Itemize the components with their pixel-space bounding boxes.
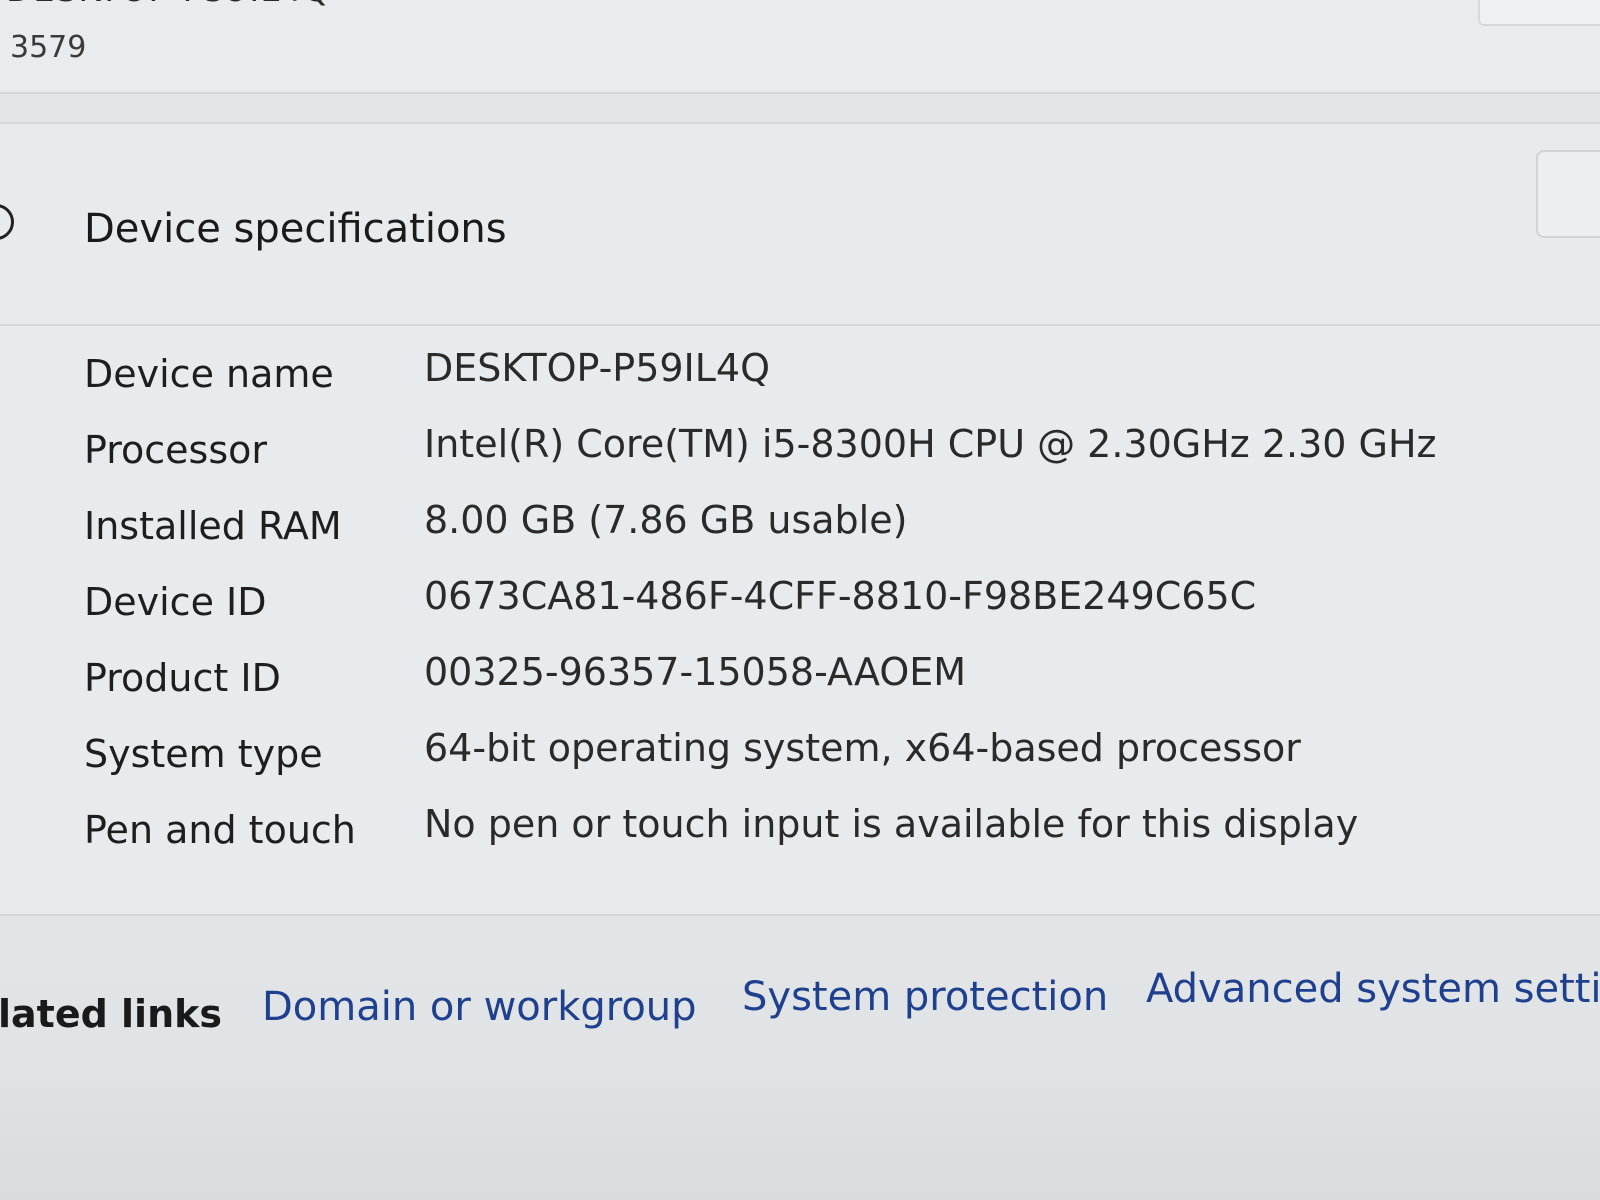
related-links-bar: lated links Domain or workgroup System p… — [0, 944, 1600, 1054]
spec-label: System type — [84, 732, 323, 776]
copy-button[interactable] — [1536, 150, 1600, 238]
bottom-area — [0, 1080, 1600, 1200]
specifications-table: Device name DESKTOP-P59IL4Q Processor In… — [84, 346, 1564, 884]
related-links-heading: lated links — [0, 992, 223, 1036]
device-specifications-card: Device specifications Device name DESKTO… — [0, 122, 1600, 916]
device-header-name: DESKTOP-P59IL4Q — [6, 0, 331, 10]
spec-label: Processor — [84, 428, 268, 472]
rename-button[interactable] — [1478, 0, 1600, 26]
spec-row-system-type: System type 64-bit operating system, x64… — [84, 726, 1564, 808]
spec-row-processor: Processor Intel(R) Core(TM) i5-8300H CPU… — [84, 422, 1564, 504]
domain-or-workgroup-link[interactable]: Domain or workgroup — [262, 984, 697, 1030]
system-protection-link[interactable]: System protection — [742, 974, 1108, 1020]
advanced-system-settings-link[interactable]: Advanced system setti — [1146, 966, 1600, 1012]
spec-value: 8.00 GB (7.86 GB usable) — [424, 498, 908, 542]
spec-row-pen-and-touch: Pen and touch No pen or touch input is a… — [84, 802, 1564, 884]
device-specifications-title: Device specifications — [84, 206, 507, 252]
info-icon — [0, 204, 14, 240]
settings-about-page: DESKTOP-P59IL4Q 3579 Device specificatio… — [0, 0, 1600, 1200]
spec-label: Pen and touch — [84, 808, 356, 852]
spec-label: Product ID — [84, 656, 281, 700]
device-header-model: 3579 — [10, 30, 87, 65]
spec-value: Intel(R) Core(TM) i5-8300H CPU @ 2.30GHz… — [424, 422, 1437, 466]
spec-value: 0673CA81-486F-4CFF-8810-F98BE249C65C — [424, 574, 1257, 618]
spec-value: DESKTOP-P59IL4Q — [424, 346, 771, 390]
spec-value: No pen or touch input is available for t… — [424, 802, 1359, 846]
device-header-card: DESKTOP-P59IL4Q 3579 — [0, 0, 1600, 94]
spec-value: 64-bit operating system, x64-based proce… — [424, 726, 1301, 770]
device-specifications-header[interactable]: Device specifications — [0, 124, 1600, 326]
spec-label: Installed RAM — [84, 504, 342, 548]
spec-row-product-id: Product ID 00325-96357-15058-AAOEM — [84, 650, 1564, 732]
spec-value: 00325-96357-15058-AAOEM — [424, 650, 967, 694]
spec-label: Device ID — [84, 580, 267, 624]
spec-row-installed-ram: Installed RAM 8.00 GB (7.86 GB usable) — [84, 498, 1564, 580]
spec-row-device-id: Device ID 0673CA81-486F-4CFF-8810-F98BE2… — [84, 574, 1564, 656]
spec-row-device-name: Device name DESKTOP-P59IL4Q — [84, 346, 1564, 428]
spec-label: Device name — [84, 352, 334, 396]
